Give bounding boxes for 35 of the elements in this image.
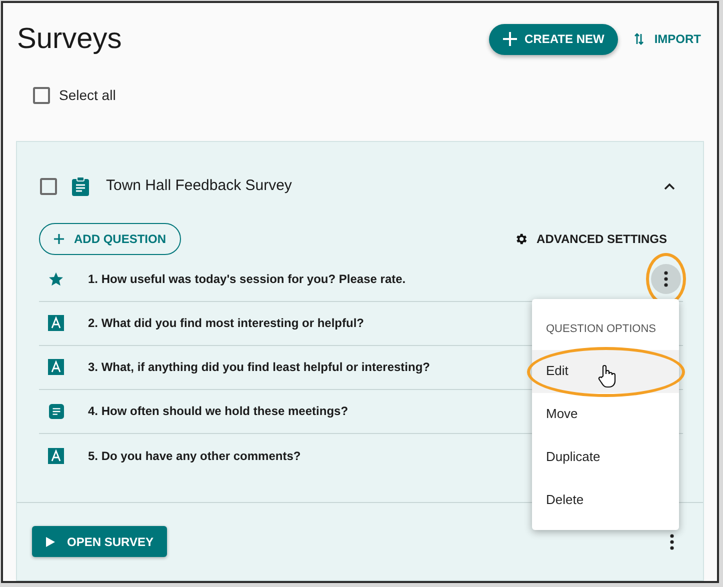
question-text: 1. How useful was today's session for you? Please rate.	[88, 271, 406, 288]
plus-icon	[54, 234, 64, 244]
page-title: Surveys	[17, 22, 123, 57]
swap-arrows-icon	[634, 33, 644, 45]
plus-icon	[502, 32, 517, 46]
survey-checkbox[interactable]	[40, 178, 57, 195]
kebab-icon[interactable]	[664, 271, 668, 287]
question-text: 4. How often should we hold these meetings?	[88, 403, 348, 420]
menu-item[interactable]: Move	[532, 392, 679, 436]
menu-item[interactable]: Duplicate	[532, 436, 679, 478]
hand-cursor-icon	[597, 364, 617, 388]
text-answer-icon	[48, 315, 64, 331]
options-button[interactable]	[651, 264, 681, 294]
open-survey-button[interactable]: OPEN SURVEY	[32, 526, 168, 557]
gear-icon	[514, 232, 528, 246]
play-icon	[46, 536, 55, 546]
menu-header: QUESTION OPTIONS	[545, 322, 658, 337]
select-all-label: Select all	[59, 86, 116, 105]
question-text: 3. What, if anything did you find least helpful or interesting?	[88, 359, 430, 376]
star-icon	[48, 271, 64, 287]
question-text: 5. Do you have any other comments?	[88, 448, 301, 464]
survey-title: Town Hall Feedback Survey	[106, 176, 293, 196]
list-answer-icon	[48, 404, 64, 418]
import-button[interactable]: IMPORT	[632, 24, 703, 54]
clipboard-icon	[72, 176, 89, 196]
menu-item[interactable]: Delete	[532, 478, 679, 522]
select-all-checkbox[interactable]	[33, 87, 50, 104]
text-answer-icon	[48, 359, 64, 375]
add-question-button[interactable]: ADD QUESTION	[39, 222, 182, 254]
chevron-up-icon[interactable]	[664, 182, 675, 190]
more-options-icon[interactable]	[670, 534, 674, 550]
advanced-settings-button[interactable]: ADVANCED SETTINGS	[514, 230, 667, 248]
text-answer-icon	[48, 448, 64, 464]
question-text: 2. What did you find most interesting or helpful?	[88, 315, 364, 332]
create-new-button[interactable]: CREATE NEW	[488, 24, 618, 54]
